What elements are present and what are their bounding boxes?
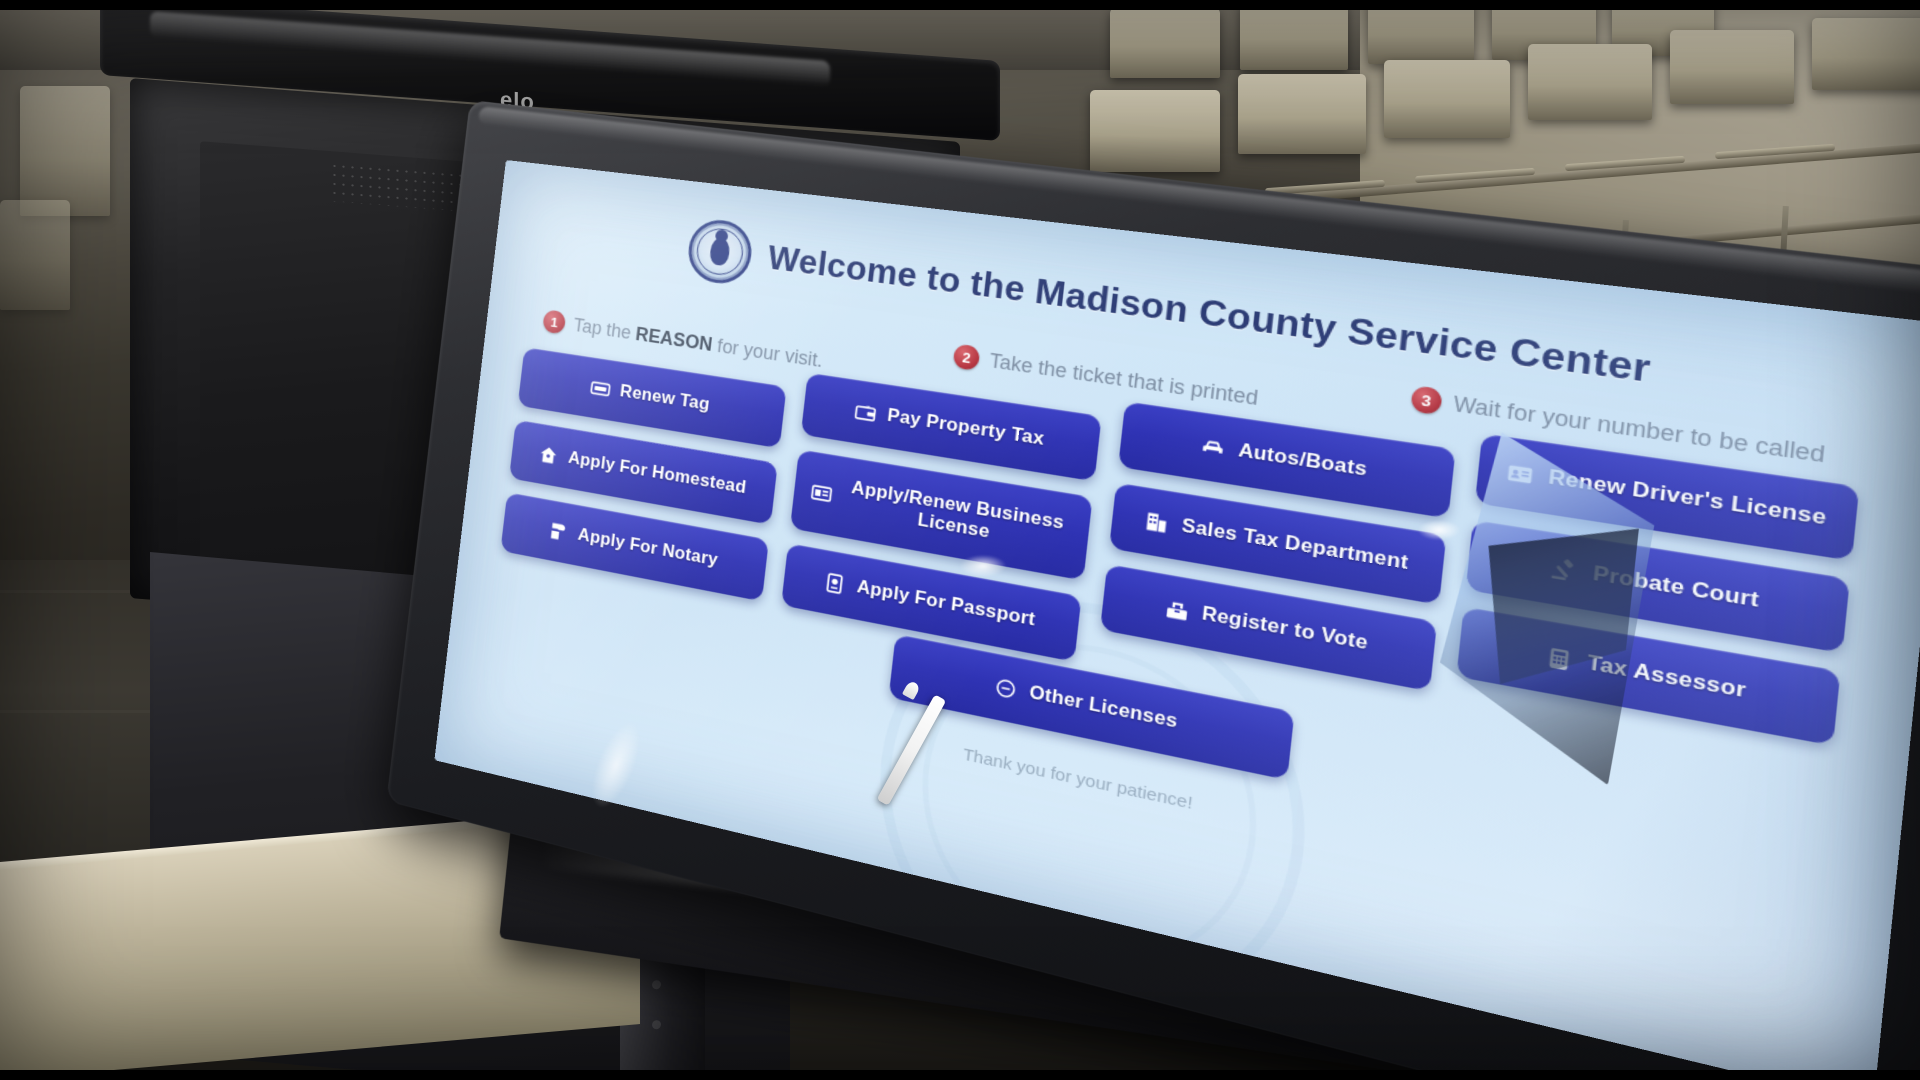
- service-button-label: Pay Property Tax: [886, 405, 1046, 450]
- letterbox-top: [0, 0, 1920, 10]
- passport-book-icon: [821, 569, 848, 597]
- service-button-label: Sales Tax Department: [1180, 515, 1410, 575]
- primary-kiosk: elo Welcome to the Madison County Servic…: [386, 100, 1920, 1080]
- ballot-box-icon: [1162, 595, 1192, 625]
- service-button-label: Apply For Homestead: [567, 448, 748, 498]
- photo-scene: elo elo: [0, 0, 1920, 1080]
- money-wallet-icon: [852, 399, 879, 426]
- license-plate-icon: [588, 376, 613, 402]
- letterbox-bottom: [0, 1070, 1920, 1080]
- service-button-label: Apply/Renew Business License: [850, 477, 1066, 543]
- home-icon: [537, 442, 561, 468]
- madison-county-seal-icon: [685, 216, 755, 288]
- stamp-document-icon: [546, 518, 570, 545]
- minus-circle-icon: [992, 674, 1021, 704]
- building-icon: [1142, 508, 1172, 538]
- service-column-3: Autos/Boats Sales Tax Department Registe…: [1099, 401, 1456, 692]
- storefront-icon: [808, 480, 835, 508]
- step-3-number-badge: 3: [1410, 385, 1443, 416]
- service-button-label: Other Licenses: [1028, 682, 1179, 733]
- car-icon: [1198, 433, 1228, 462]
- service-button-label: Register to Vote: [1200, 603, 1369, 655]
- service-button-label: Autos/Boats: [1237, 440, 1369, 481]
- service-button-label: Renew Tag: [618, 381, 711, 415]
